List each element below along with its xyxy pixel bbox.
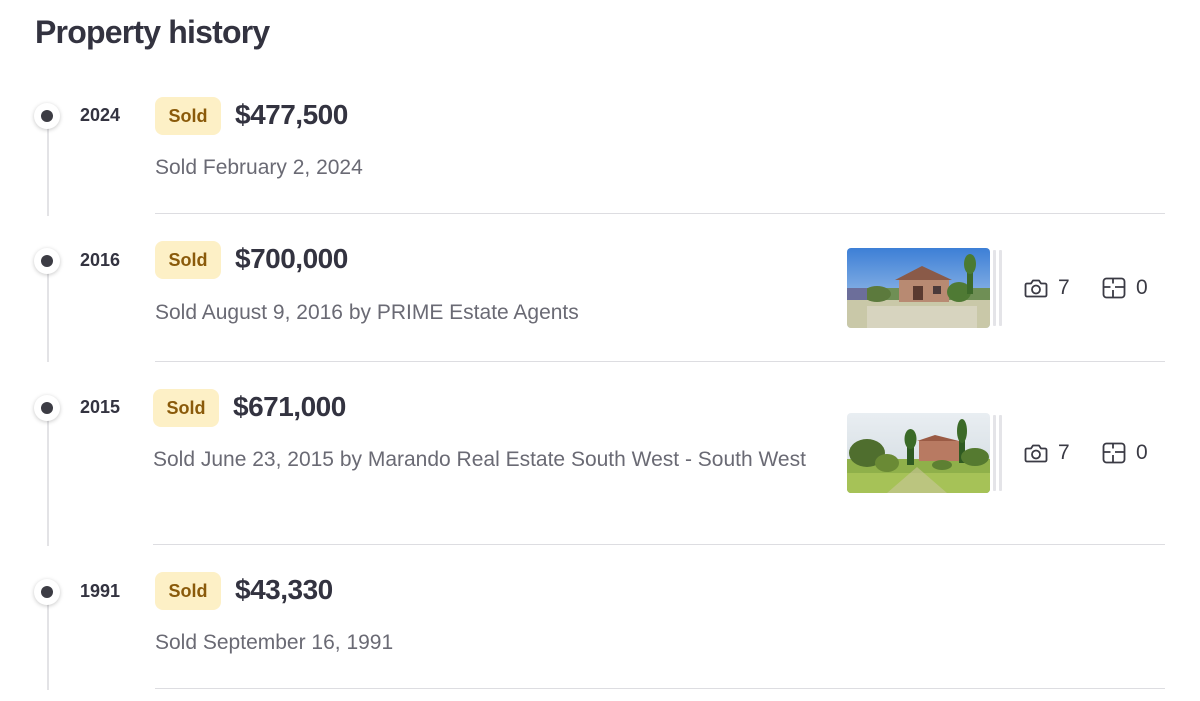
photo-stack-edge	[999, 415, 1002, 491]
history-year: 2015	[80, 397, 121, 417]
sale-price: $477,500	[235, 99, 348, 130]
timeline-dot	[34, 395, 60, 421]
floorplan-count[interactable]: 0	[1102, 441, 1148, 465]
photo-stack-edge	[999, 250, 1002, 326]
timeline-dot	[34, 103, 60, 129]
property-photo-thumbnail[interactable]	[847, 413, 990, 493]
sale-description: Sold August 9, 2016 by PRIME Estate Agen…	[155, 301, 579, 324]
divider	[155, 688, 1165, 689]
sale-description: Sold February 2, 2024	[155, 156, 363, 179]
photo-stack-edge	[993, 415, 996, 491]
sold-badge: Sold	[155, 572, 221, 610]
timeline-dot	[34, 579, 60, 605]
floorplan-icon	[1102, 442, 1126, 464]
sold-badge: Sold	[155, 97, 221, 135]
sale-description: Sold September 16, 1991	[155, 631, 394, 654]
timeline-line	[47, 128, 49, 216]
divider	[153, 544, 1165, 545]
timeline-line	[47, 420, 49, 546]
timeline-dot	[34, 248, 60, 274]
sale-description: Sold June 23, 2015 by Marando Real Estat…	[153, 448, 806, 471]
sold-badge: Sold	[153, 389, 219, 427]
garden-photo-image	[847, 413, 990, 493]
house-photo-image	[847, 248, 990, 328]
history-year: 2024	[80, 105, 121, 125]
photo-count-value: 7	[1058, 441, 1070, 464]
camera-icon	[1024, 279, 1048, 298]
photo-stack-edge	[993, 250, 996, 326]
history-year: 2016	[80, 250, 121, 270]
timeline-line	[47, 272, 49, 362]
sold-badge: Sold	[155, 241, 221, 279]
sale-price: $700,000	[235, 243, 348, 274]
divider	[155, 213, 1165, 214]
history-year: 1991	[80, 581, 121, 601]
sale-price: $671,000	[233, 391, 346, 422]
photo-count[interactable]: 7	[1024, 441, 1070, 465]
camera-icon	[1024, 444, 1048, 463]
property-photo-thumbnail[interactable]	[847, 248, 990, 328]
floorplan-icon	[1102, 277, 1126, 299]
photo-count[interactable]: 7	[1024, 276, 1070, 300]
property-history-timeline: 2024 Sold $477,500 Sold February 2, 2024…	[0, 0, 1200, 701]
floorplan-count[interactable]: 0	[1102, 276, 1148, 300]
photo-count-value: 7	[1058, 276, 1070, 299]
floorplan-count-value: 0	[1136, 441, 1148, 464]
divider	[155, 361, 1165, 362]
timeline-line	[47, 603, 49, 690]
sale-price: $43,330	[235, 574, 333, 605]
floorplan-count-value: 0	[1136, 276, 1148, 299]
